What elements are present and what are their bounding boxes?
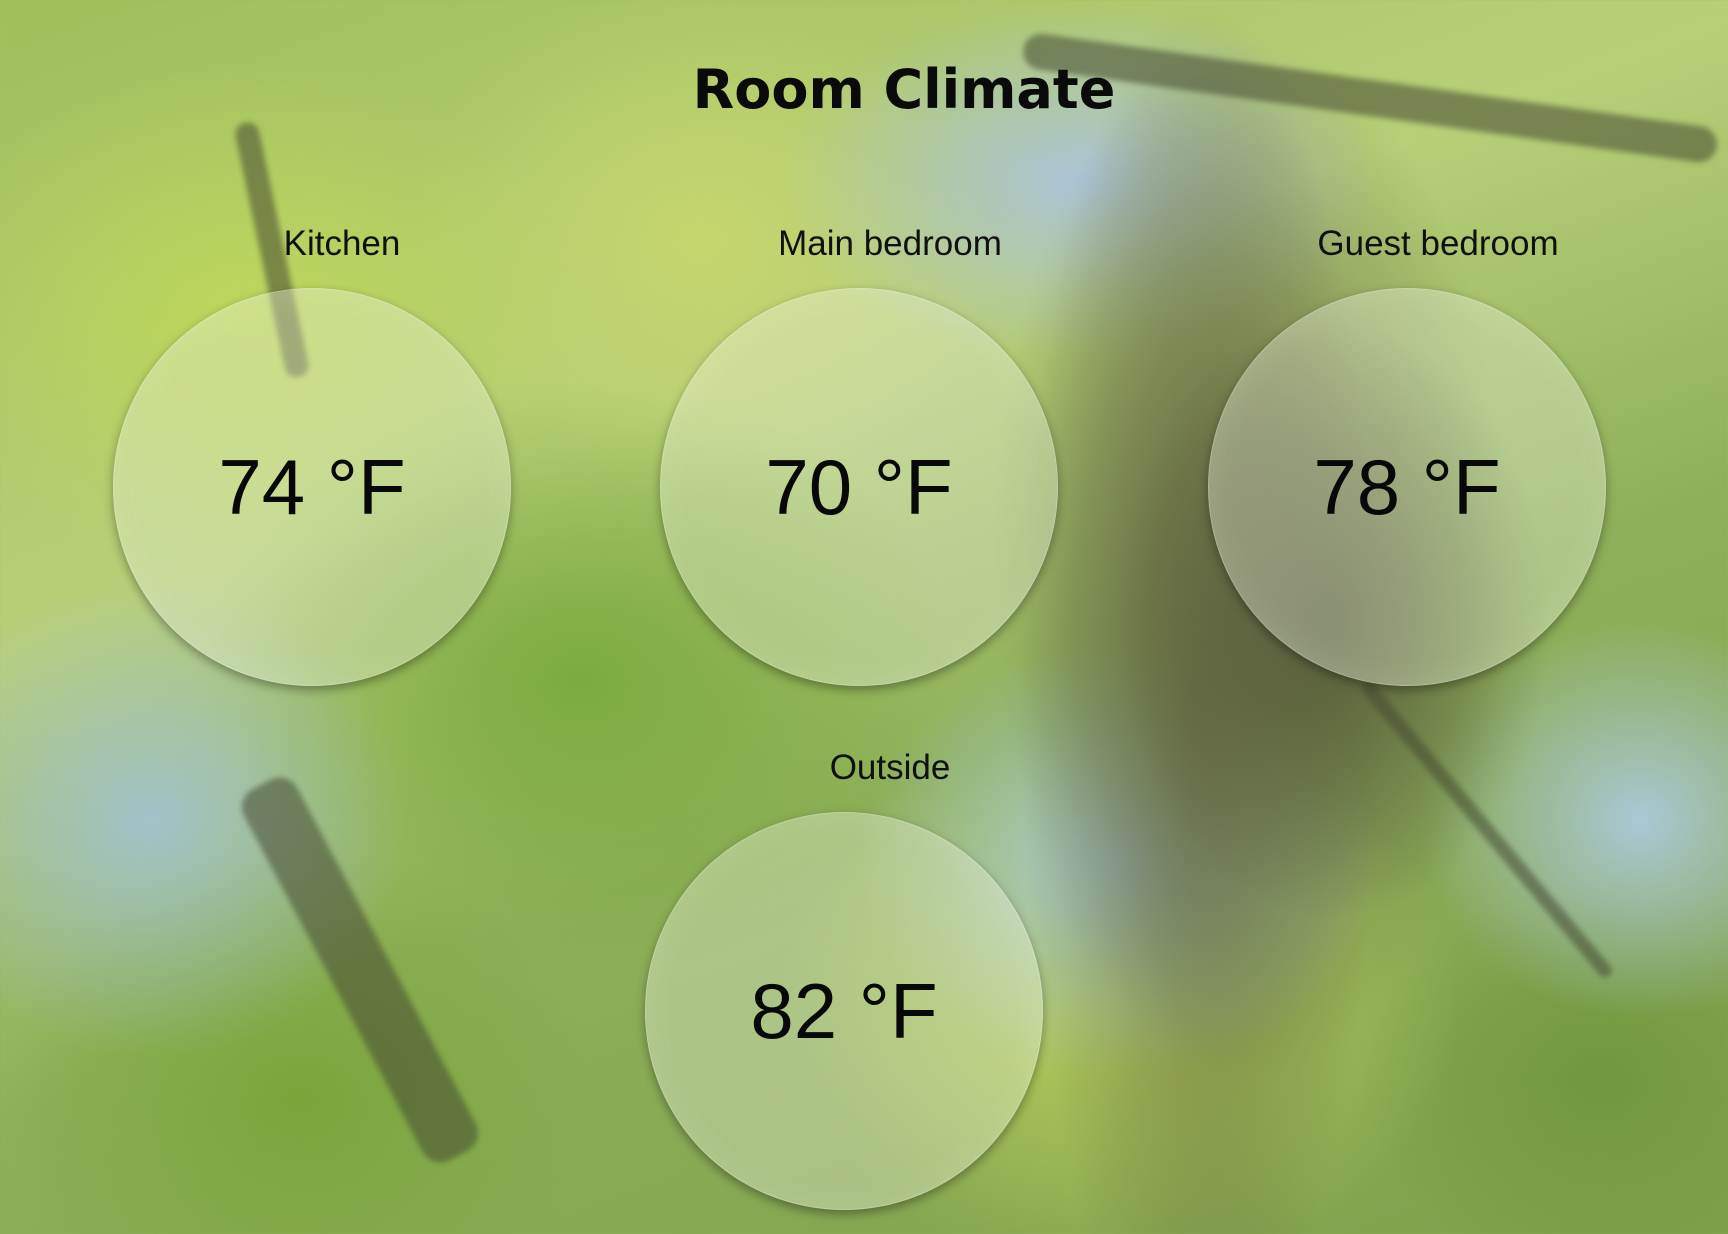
page-title: Room Climate bbox=[692, 58, 1116, 121]
temperature-dial-main-bedroom[interactable]: 70 °F bbox=[660, 288, 1058, 686]
room-card-guest-bedroom[interactable]: Guest bedroom bbox=[1238, 222, 1638, 266]
room-label: Kitchen bbox=[283, 224, 401, 263]
room-label: Outside bbox=[829, 748, 951, 787]
temperature-value: 82 °F bbox=[750, 966, 938, 1055]
temperature-dial-outside[interactable]: 82 °F bbox=[645, 812, 1043, 1210]
temperature-dial-guest-bedroom[interactable]: 78 °F bbox=[1208, 288, 1606, 686]
temperature-value: 70 °F bbox=[765, 442, 953, 531]
room-label: Main bedroom bbox=[778, 224, 1002, 263]
room-card-main-bedroom[interactable]: Main bedroom bbox=[690, 222, 1090, 266]
background-branch bbox=[1359, 679, 1615, 981]
temperature-dial-kitchen[interactable]: 74 °F bbox=[113, 288, 511, 686]
room-label: Guest bedroom bbox=[1317, 224, 1559, 263]
temperature-value: 78 °F bbox=[1313, 442, 1501, 531]
room-climate-dashboard: { "page": { "title": "Room Climate" }, "… bbox=[0, 0, 1728, 1234]
background-branch bbox=[234, 770, 486, 1170]
temperature-value: 74 °F bbox=[218, 442, 406, 531]
room-card-outside[interactable]: Outside bbox=[690, 746, 1090, 790]
room-card-kitchen[interactable]: Kitchen bbox=[142, 222, 542, 266]
